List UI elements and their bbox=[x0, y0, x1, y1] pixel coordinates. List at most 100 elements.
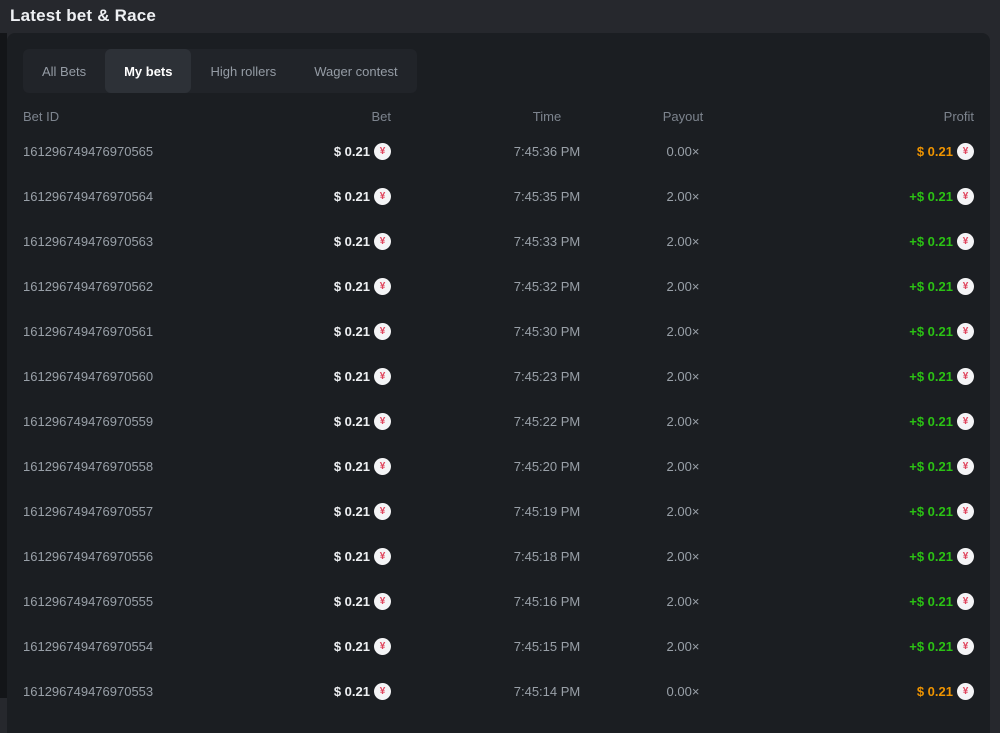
cell-bet-id: 161296749476970558 bbox=[23, 444, 273, 489]
profit-amount: $ 0.21 bbox=[917, 684, 953, 699]
jpy-coin-icon: ¥ bbox=[374, 188, 391, 205]
cell-payout: 2.00× bbox=[613, 309, 753, 354]
profit-amount: +$ 0.21 bbox=[909, 414, 953, 429]
profit-amount: +$ 0.21 bbox=[909, 459, 953, 474]
cell-bet-id: 161296749476970564 bbox=[23, 174, 273, 219]
header-payout: Payout bbox=[613, 103, 753, 129]
jpy-coin-icon: ¥ bbox=[374, 683, 391, 700]
jpy-coin-icon: ¥ bbox=[374, 233, 391, 250]
cell-profit: +$ 0.21 ¥ bbox=[754, 579, 974, 624]
jpy-coin-icon: ¥ bbox=[957, 503, 974, 520]
profit-amount: +$ 0.21 bbox=[909, 639, 953, 654]
table-header-row: Bet ID Bet Time Payout Profit bbox=[23, 103, 974, 129]
jpy-coin-icon: ¥ bbox=[957, 278, 974, 295]
jpy-coin-icon: ¥ bbox=[957, 458, 974, 475]
cell-profit: +$ 0.21 ¥ bbox=[754, 174, 974, 219]
tab-my-bets[interactable]: My bets bbox=[105, 49, 191, 93]
cell-bet: $ 0.21 ¥ bbox=[279, 129, 391, 174]
cell-bet: $ 0.21 ¥ bbox=[279, 309, 391, 354]
jpy-coin-icon: ¥ bbox=[957, 368, 974, 385]
jpy-coin-icon: ¥ bbox=[374, 143, 391, 160]
bet-amount: $ 0.21 bbox=[334, 324, 370, 339]
bet-amount: $ 0.21 bbox=[334, 504, 370, 519]
jpy-coin-icon: ¥ bbox=[957, 593, 974, 610]
cell-payout: 2.00× bbox=[613, 444, 753, 489]
table-row[interactable]: 161296749476970554 $ 0.21 ¥ 7:45:15 PM 2… bbox=[23, 624, 974, 669]
table-row[interactable]: 161296749476970553 $ 0.21 ¥ 7:45:14 PM 0… bbox=[23, 669, 974, 714]
table-row[interactable]: 161296749476970562 $ 0.21 ¥ 7:45:32 PM 2… bbox=[23, 264, 974, 309]
cell-bet-id: 161296749476970556 bbox=[23, 534, 273, 579]
table-row[interactable]: 161296749476970555 $ 0.21 ¥ 7:45:16 PM 2… bbox=[23, 579, 974, 624]
bet-amount: $ 0.21 bbox=[334, 144, 370, 159]
cell-bet: $ 0.21 ¥ bbox=[279, 219, 391, 264]
jpy-coin-icon: ¥ bbox=[957, 638, 974, 655]
cell-bet: $ 0.21 ¥ bbox=[279, 534, 391, 579]
table-row[interactable]: 161296749476970565 $ 0.21 ¥ 7:45:36 PM 0… bbox=[23, 129, 974, 174]
profit-amount: $ 0.21 bbox=[917, 144, 953, 159]
cell-payout: 2.00× bbox=[613, 399, 753, 444]
jpy-coin-icon: ¥ bbox=[374, 323, 391, 340]
cell-bet: $ 0.21 ¥ bbox=[279, 174, 391, 219]
cell-profit: +$ 0.21 ¥ bbox=[754, 219, 974, 264]
jpy-coin-icon: ¥ bbox=[957, 233, 974, 250]
bet-amount: $ 0.21 bbox=[334, 639, 370, 654]
tab-high-rollers[interactable]: High rollers bbox=[191, 49, 295, 93]
cell-payout: 2.00× bbox=[613, 219, 753, 264]
table-row[interactable]: 161296749476970557 $ 0.21 ¥ 7:45:19 PM 2… bbox=[23, 489, 974, 534]
table-row[interactable]: 161296749476970564 $ 0.21 ¥ 7:45:35 PM 2… bbox=[23, 174, 974, 219]
profit-amount: +$ 0.21 bbox=[909, 594, 953, 609]
cell-profit: +$ 0.21 ¥ bbox=[754, 399, 974, 444]
table-row[interactable]: 161296749476970559 $ 0.21 ¥ 7:45:22 PM 2… bbox=[23, 399, 974, 444]
bet-amount: $ 0.21 bbox=[334, 414, 370, 429]
cell-bet-id: 161296749476970560 bbox=[23, 354, 273, 399]
jpy-coin-icon: ¥ bbox=[374, 368, 391, 385]
table-row[interactable]: 161296749476970561 $ 0.21 ¥ 7:45:30 PM 2… bbox=[23, 309, 974, 354]
cell-bet-id: 161296749476970563 bbox=[23, 219, 273, 264]
cell-payout: 2.00× bbox=[613, 174, 753, 219]
table-body: 161296749476970565 $ 0.21 ¥ 7:45:36 PM 0… bbox=[23, 129, 974, 714]
cell-bet: $ 0.21 ¥ bbox=[279, 669, 391, 714]
page-title: Latest bet & Race bbox=[0, 0, 1000, 26]
jpy-coin-icon: ¥ bbox=[957, 323, 974, 340]
jpy-coin-icon: ¥ bbox=[957, 413, 974, 430]
jpy-coin-icon: ¥ bbox=[374, 593, 391, 610]
table-row[interactable]: 161296749476970558 $ 0.21 ¥ 7:45:20 PM 2… bbox=[23, 444, 974, 489]
cell-payout: 2.00× bbox=[613, 264, 753, 309]
cell-payout: 2.00× bbox=[613, 579, 753, 624]
cell-bet: $ 0.21 ¥ bbox=[279, 444, 391, 489]
bet-amount: $ 0.21 bbox=[334, 369, 370, 384]
cell-bet-id: 161296749476970557 bbox=[23, 489, 273, 534]
jpy-coin-icon: ¥ bbox=[957, 683, 974, 700]
bet-amount: $ 0.21 bbox=[334, 234, 370, 249]
cell-payout: 0.00× bbox=[613, 669, 753, 714]
table-row[interactable]: 161296749476970560 $ 0.21 ¥ 7:45:23 PM 2… bbox=[23, 354, 974, 399]
cell-payout: 0.00× bbox=[613, 129, 753, 174]
cell-profit: +$ 0.21 ¥ bbox=[754, 624, 974, 669]
table-row[interactable]: 161296749476970563 $ 0.21 ¥ 7:45:33 PM 2… bbox=[23, 219, 974, 264]
header-bet-id: Bet ID bbox=[23, 103, 273, 129]
cell-bet: $ 0.21 ¥ bbox=[279, 579, 391, 624]
cell-bet-id: 161296749476970555 bbox=[23, 579, 273, 624]
cell-profit: $ 0.21 ¥ bbox=[754, 129, 974, 174]
cell-bet: $ 0.21 ¥ bbox=[279, 399, 391, 444]
bets-card: All Bets My bets High rollers Wager cont… bbox=[7, 33, 990, 733]
cell-bet-id: 161296749476970553 bbox=[23, 669, 273, 714]
jpy-coin-icon: ¥ bbox=[957, 548, 974, 565]
bet-amount: $ 0.21 bbox=[334, 279, 370, 294]
bet-amount: $ 0.21 bbox=[334, 459, 370, 474]
tab-wager-contest[interactable]: Wager contest bbox=[295, 49, 416, 93]
bet-amount: $ 0.21 bbox=[334, 594, 370, 609]
cell-profit: $ 0.21 ¥ bbox=[754, 669, 974, 714]
jpy-coin-icon: ¥ bbox=[374, 413, 391, 430]
tab-all-bets[interactable]: All Bets bbox=[23, 49, 105, 93]
cell-bet: $ 0.21 ¥ bbox=[279, 354, 391, 399]
cell-bet-id: 161296749476970561 bbox=[23, 309, 273, 354]
page-left-edge bbox=[0, 33, 7, 698]
jpy-coin-icon: ¥ bbox=[957, 188, 974, 205]
cell-bet: $ 0.21 ¥ bbox=[279, 264, 391, 309]
cell-bet-id: 161296749476970554 bbox=[23, 624, 273, 669]
profit-amount: +$ 0.21 bbox=[909, 369, 953, 384]
profit-amount: +$ 0.21 bbox=[909, 234, 953, 249]
table-row[interactable]: 161296749476970556 $ 0.21 ¥ 7:45:18 PM 2… bbox=[23, 534, 974, 579]
cell-profit: +$ 0.21 ¥ bbox=[754, 444, 974, 489]
